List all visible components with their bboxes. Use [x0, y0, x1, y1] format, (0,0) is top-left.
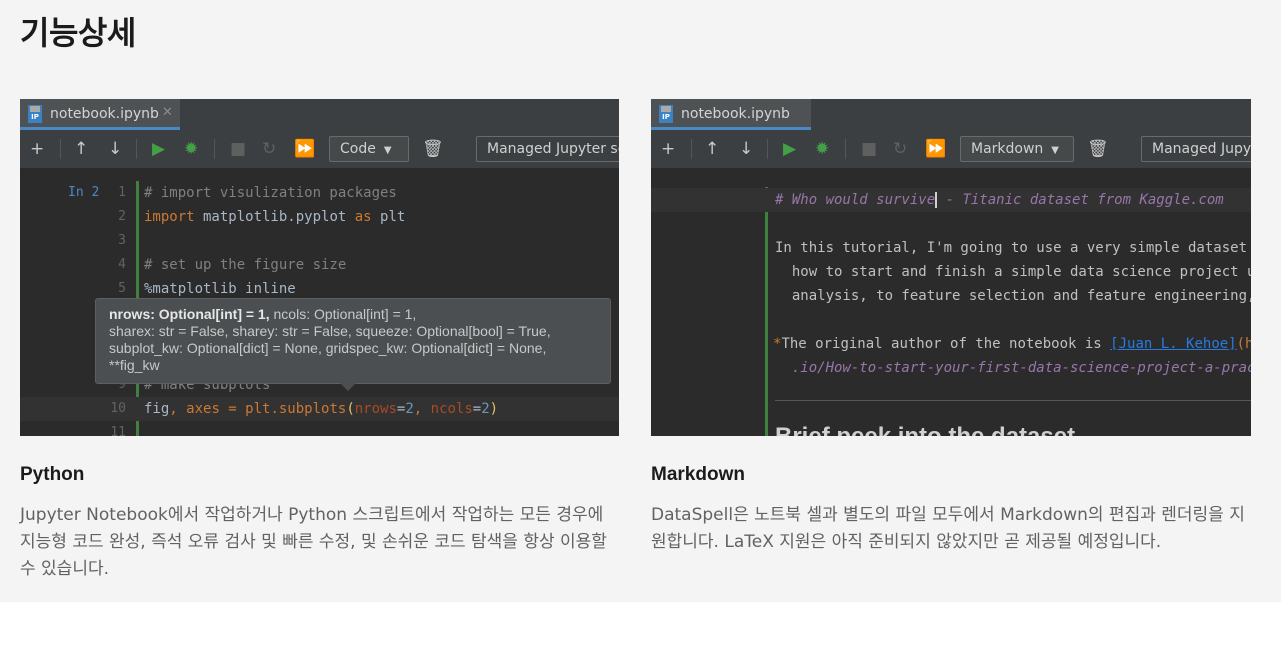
stop-icon[interactable]: ■	[230, 136, 246, 162]
markdown-line: In this tutorial, I'm going to use a ver…	[775, 240, 1251, 256]
markdown-line: .io/How-to-start-your-first-data-science…	[775, 360, 1251, 376]
editor-tab-notebook[interactable]: IP notebook.ipynb	[651, 99, 811, 130]
popup-pointer	[340, 383, 356, 391]
chevron-down-icon: ▼	[1051, 145, 1059, 156]
chevron-down-icon: ▼	[383, 145, 392, 156]
notebook-toolbar: + ↑ ↓ ▶ ✹ ■ ↻ ⏩ Markdown ▼ 🗑 Managed Jupy…	[651, 130, 1251, 169]
code-line: # set up the figure size	[144, 257, 347, 273]
markdown-link[interactable]: [Juan L. Kehoe]	[1110, 336, 1236, 352]
parameter-info-popup: nrows: Optional[int] = 1, ncols: Optiona…	[95, 298, 611, 384]
add-cell-icon[interactable]: +	[30, 136, 44, 162]
move-down-icon[interactable]: ↓	[108, 136, 122, 162]
page-title: 기능상세	[20, 14, 136, 52]
cell-in-label: In 2	[68, 185, 100, 200]
tab-label: notebook.ipynb	[50, 106, 159, 122]
code-line: fig, axes = plt.subplots(nrows=2, ncols=…	[144, 401, 499, 417]
move-up-icon[interactable]: ↑	[705, 136, 719, 162]
code-line: # import visulization packages	[144, 185, 397, 201]
kernel-selector[interactable]: Managed Jupyt	[1141, 136, 1251, 162]
move-up-icon[interactable]: ↑	[74, 136, 88, 162]
kernel-selector[interactable]: Managed Jupyter se	[476, 136, 619, 162]
debug-bug-icon[interactable]: ✹	[184, 136, 198, 162]
rendered-heading: Brief peek into the dataset	[775, 423, 1075, 436]
markdown-line: *The original author of the notebook is …	[773, 336, 1251, 352]
card-description: DataSpell은 노트북 셀과 별도의 파일 모두에서 Markdown의 …	[651, 505, 1245, 552]
run-icon[interactable]: ▶	[152, 136, 165, 162]
cell-type-dropdown[interactable]: Markdown ▼	[960, 136, 1074, 162]
markdown-ide-screenshot: IP notebook.ipynb + ↑ ↓ ▶ ✹ ■ ↻ ⏩ Markdo…	[651, 99, 1251, 436]
card-description: Jupyter Notebook에서 작업하거나 Python 스크립트에서 작…	[20, 505, 607, 579]
run-icon[interactable]: ▶	[783, 136, 796, 162]
markdown-line: # Who would survive - Titanic dataset fr…	[775, 192, 1224, 208]
code-line: import matplotlib.pyplot as plt	[144, 209, 406, 225]
python-ide-screenshot: IP notebook.ipynb ✕ + ↑ ↓ ▶ ✹ ■ ↻ ⏩ Code…	[20, 99, 619, 436]
python-feature-card: IP notebook.ipynb ✕ + ↑ ↓ ▶ ✹ ■ ↻ ⏩ Code…	[20, 99, 619, 583]
card-title: Markdown	[651, 464, 745, 485]
run-all-icon[interactable]: ⏩	[294, 136, 315, 162]
notebook-file-icon: IP	[659, 105, 673, 123]
card-title: Python	[20, 464, 85, 485]
trash-icon[interactable]: 🗑	[422, 136, 444, 162]
stop-icon[interactable]: ■	[861, 136, 877, 162]
tab-label: notebook.ipynb	[681, 106, 790, 122]
restart-icon[interactable]: ↻	[262, 136, 276, 162]
cell-selection-bar	[765, 187, 768, 436]
notebook-toolbar: + ↑ ↓ ▶ ✹ ■ ↻ ⏩ Code ▼ 🗑 Managed Jupyter …	[20, 130, 619, 169]
add-cell-icon[interactable]: +	[661, 136, 675, 162]
restart-icon[interactable]: ↻	[893, 136, 907, 162]
markdown-line: how to start and finish a simple data sc…	[775, 264, 1251, 280]
markdown-feature-card: IP notebook.ipynb + ↑ ↓ ▶ ✹ ■ ↻ ⏩ Markdo…	[651, 99, 1251, 556]
move-down-icon[interactable]: ↓	[739, 136, 753, 162]
run-all-icon[interactable]: ⏩	[925, 136, 946, 162]
debug-bug-icon[interactable]: ✹	[815, 136, 829, 162]
divider	[775, 400, 1251, 401]
editor-tab-notebook[interactable]: IP notebook.ipynb ✕	[20, 99, 180, 130]
editor-tab-bar: IP notebook.ipynb ✕	[20, 99, 619, 130]
notebook-file-icon: IP	[28, 105, 42, 123]
close-icon[interactable]: ✕	[162, 105, 173, 120]
cell-type-dropdown[interactable]: Code ▼	[329, 136, 409, 162]
editor-tab-bar: IP notebook.ipynb	[651, 99, 1251, 130]
markdown-line: analysis, to feature selection and featu…	[775, 288, 1251, 304]
trash-icon[interactable]: 🗑	[1087, 136, 1109, 162]
